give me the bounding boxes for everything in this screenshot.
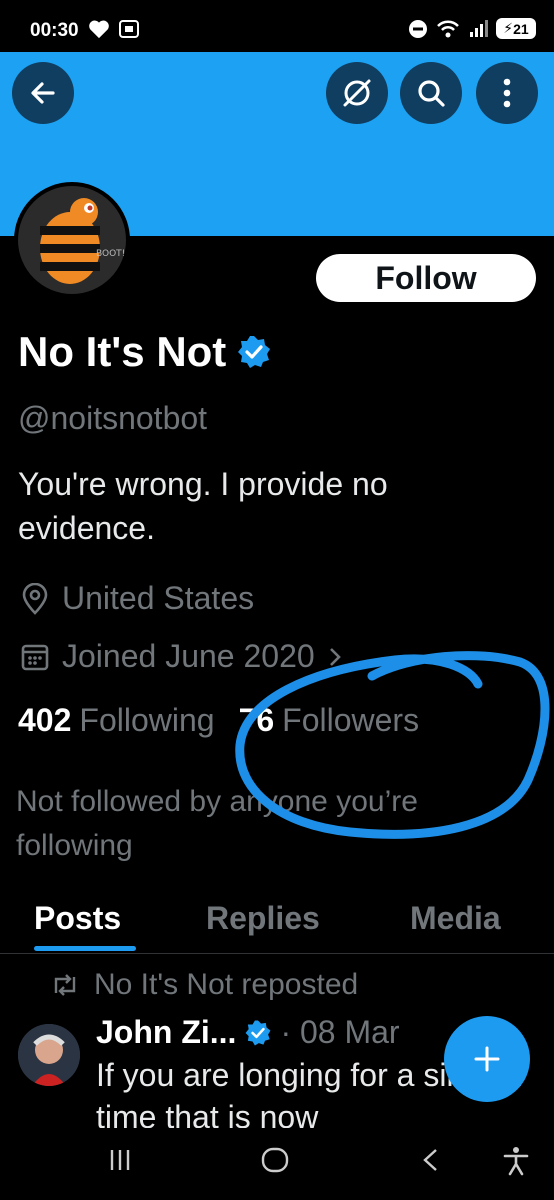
wifi-icon — [437, 20, 459, 37]
following-stat[interactable]: 402 Following — [18, 702, 215, 739]
screenshot-icon — [119, 20, 139, 38]
tab-posts[interactable]: Posts — [34, 900, 121, 937]
back-nav-button[interactable] — [418, 1146, 442, 1179]
following-count: 402 — [18, 702, 72, 738]
location-pin-icon — [22, 582, 48, 615]
post-date: · 08 Mar — [280, 1014, 400, 1050]
back-button[interactable] — [12, 62, 74, 124]
location-text: United States — [62, 580, 255, 616]
joined-text: Joined June 2020 — [62, 638, 315, 674]
repost-label: No It's Not reposted — [94, 968, 359, 1001]
status-time: 00:30 — [30, 20, 79, 41]
profile-tabs: Posts Replies Media — [0, 892, 554, 954]
home-button[interactable] — [260, 1146, 290, 1179]
accessibility-button[interactable] — [502, 1146, 530, 1181]
arrow-left-icon — [31, 82, 55, 104]
avatar-text: BOOT! — [96, 249, 125, 259]
followers-count: 76 — [238, 702, 275, 738]
search-button[interactable] — [400, 62, 462, 124]
grok-button[interactable] — [326, 62, 388, 124]
plus-icon — [474, 1046, 500, 1072]
battery-bolt-icon: ⚡ — [503, 20, 514, 36]
recent-apps-icon — [110, 1150, 130, 1170]
profile-avatar[interactable]: BOOT! — [14, 182, 130, 298]
display-name: No It's Not — [18, 328, 227, 375]
follow-stats-row: 402 Following 76 Followers — [18, 702, 419, 739]
post-author-name[interactable]: John Zi... — [96, 1014, 236, 1051]
bee-avatar-image: BOOT! — [18, 186, 126, 294]
active-tab-indicator — [34, 946, 136, 951]
verified-badge-icon — [238, 336, 271, 368]
more-vertical-icon — [503, 78, 511, 108]
chevron-right-icon — [329, 647, 341, 666]
grok-icon — [343, 79, 371, 107]
status-right-icons: ⚡ 21 — [408, 18, 536, 39]
home-icon — [261, 1147, 289, 1173]
calendar-icon — [21, 644, 49, 670]
search-icon — [418, 80, 445, 107]
profile-bio: You're wrong. I provide no evidence. — [18, 466, 388, 546]
tab-media[interactable]: Media — [410, 900, 501, 937]
battery-level: 21 — [513, 20, 529, 37]
follow-button[interactable]: Follow — [316, 254, 536, 302]
not-followed-notice: Not followed by anyone you’re following — [16, 785, 418, 862]
chevron-left-icon — [423, 1149, 437, 1171]
tab-replies[interactable]: Replies — [206, 900, 320, 937]
repost-line: No It's Not reposted — [50, 968, 358, 1002]
dnd-icon — [409, 19, 427, 38]
author-photo-image — [18, 1024, 80, 1086]
compose-post-button[interactable] — [444, 1016, 530, 1102]
repost-icon — [54, 974, 76, 996]
joined-row: Joined June 2020 — [20, 638, 343, 675]
post-header: John Zi... · 08 Mar — [96, 1014, 400, 1051]
verified-badge-icon — [245, 1020, 271, 1045]
profile-handle: @noitsnotbot — [18, 400, 208, 436]
more-button[interactable] — [476, 62, 538, 124]
signal-icon — [470, 19, 488, 37]
accessibility-icon — [503, 1147, 529, 1176]
profile-name-row: No It's Not — [18, 328, 272, 376]
followers-label: Followers — [282, 702, 420, 738]
location-row: United States — [20, 580, 254, 617]
post-author-avatar[interactable] — [18, 1024, 80, 1086]
following-label: Following — [79, 702, 215, 738]
system-nav-bar — [0, 1128, 554, 1200]
battery-indicator: ⚡ 21 — [496, 18, 536, 39]
status-left-icons — [88, 19, 140, 39]
heart-icon — [89, 20, 109, 39]
recent-apps-button[interactable] — [106, 1146, 134, 1179]
followers-stat[interactable]: 76 Followers — [239, 702, 420, 739]
status-bar: 00:30 ⚡ 21 — [0, 0, 554, 52]
